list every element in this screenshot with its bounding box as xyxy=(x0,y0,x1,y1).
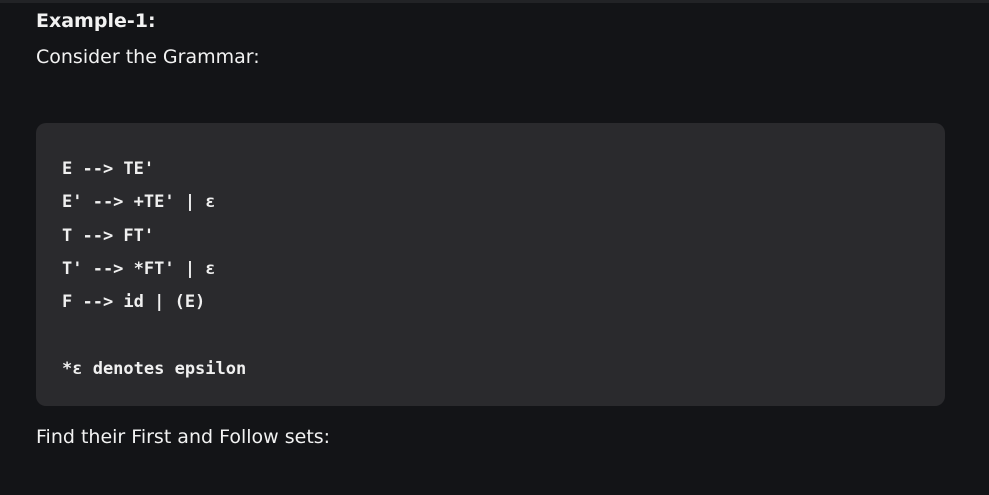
code-line: E' --> +TE' | ε xyxy=(62,192,216,213)
grammar-code: E --> TE' E' --> +TE' | ε T --> FT' T' -… xyxy=(62,153,246,386)
question-text: Find their First and Follow sets: xyxy=(36,426,331,448)
code-line: F --> id | (E) xyxy=(62,292,206,313)
code-line: *ε denotes epsilon xyxy=(62,358,247,379)
intro-text: Consider the Grammar: xyxy=(36,46,260,68)
code-block: E --> TE' E' --> +TE' | ε T --> FT' T' -… xyxy=(36,123,945,406)
example-heading: Example-1: xyxy=(36,10,156,32)
code-line: T' --> *FT' | ε xyxy=(62,258,216,279)
top-bar xyxy=(0,0,989,3)
code-line: T --> FT' xyxy=(62,225,155,246)
code-line: E --> TE' xyxy=(62,159,155,179)
